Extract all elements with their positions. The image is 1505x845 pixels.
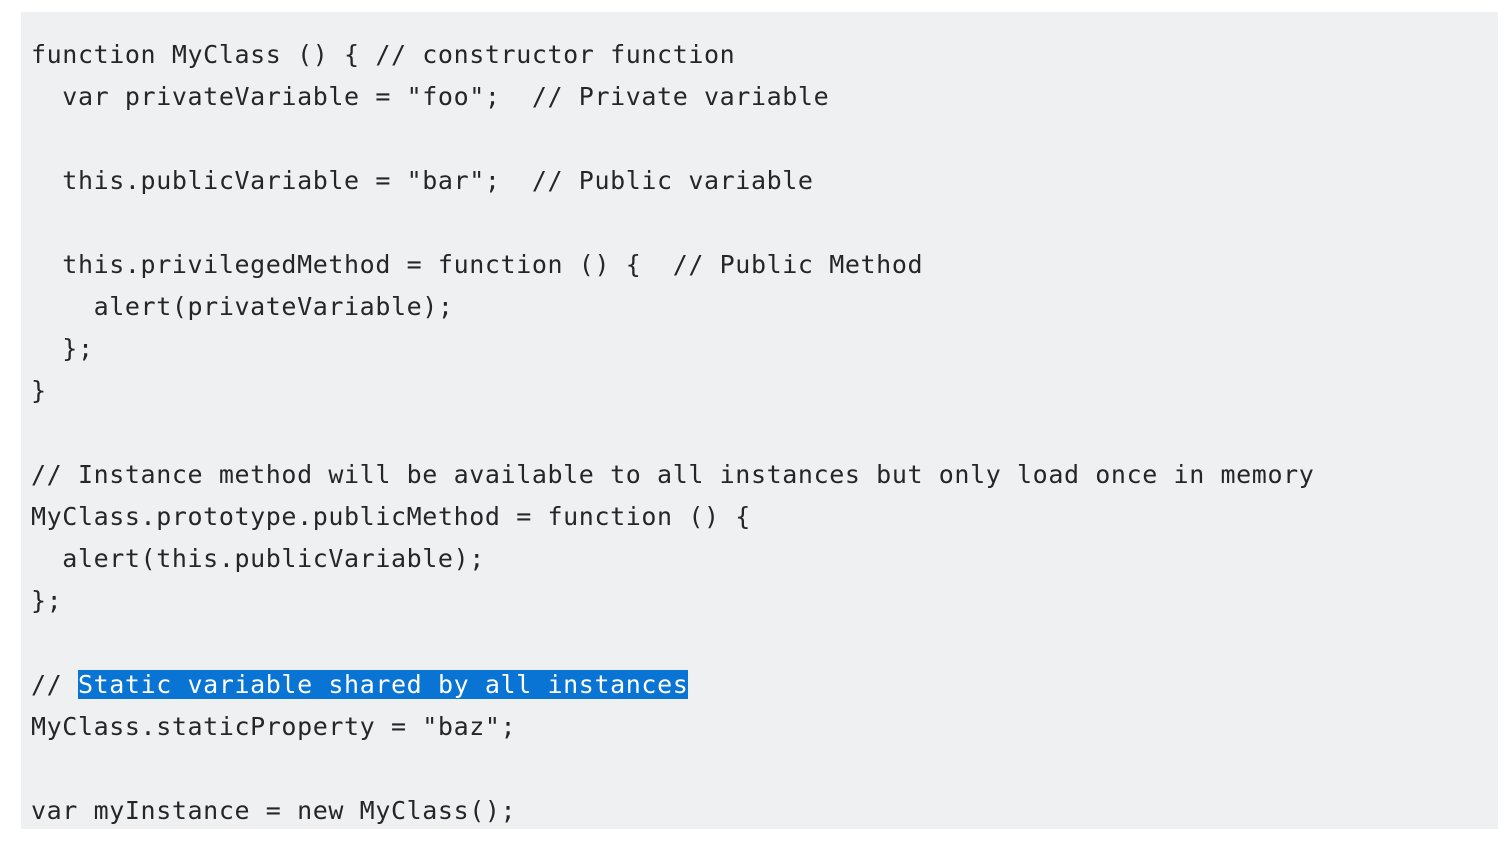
code-block: function MyClass () { // constructor fun… xyxy=(21,12,1498,829)
code-line-7: alert(privateVariable); xyxy=(31,292,454,321)
code-line-6: this.privilegedMethod = function () { //… xyxy=(31,250,924,279)
code-line-8: }; xyxy=(31,334,94,363)
code-line-11: // Instance method will be available to … xyxy=(31,460,1315,489)
code-line-1: function MyClass () { // constructor fun… xyxy=(31,40,736,69)
code-line-13: alert(this.publicVariable); xyxy=(31,544,485,573)
comment-prefix: // xyxy=(31,670,78,699)
code-line-4: this.publicVariable = "bar"; // Public v… xyxy=(31,166,814,195)
selected-text[interactable]: Static variable shared by all instances xyxy=(77,670,689,699)
code-line-12: MyClass.prototype.publicMethod = functio… xyxy=(31,502,751,531)
code-line-2: var privateVariable = "foo"; // Private … xyxy=(31,82,830,111)
code-lines: function MyClass () { // constructor fun… xyxy=(31,34,1314,832)
code-line-19: var myInstance = new MyClass(); xyxy=(31,796,517,825)
code-line-14: }; xyxy=(31,586,63,615)
code-line-9: } xyxy=(31,376,47,405)
code-line-17: MyClass.staticProperty = "baz"; xyxy=(31,712,517,741)
code-line-16: // Static variable shared by all instanc… xyxy=(31,664,1314,706)
